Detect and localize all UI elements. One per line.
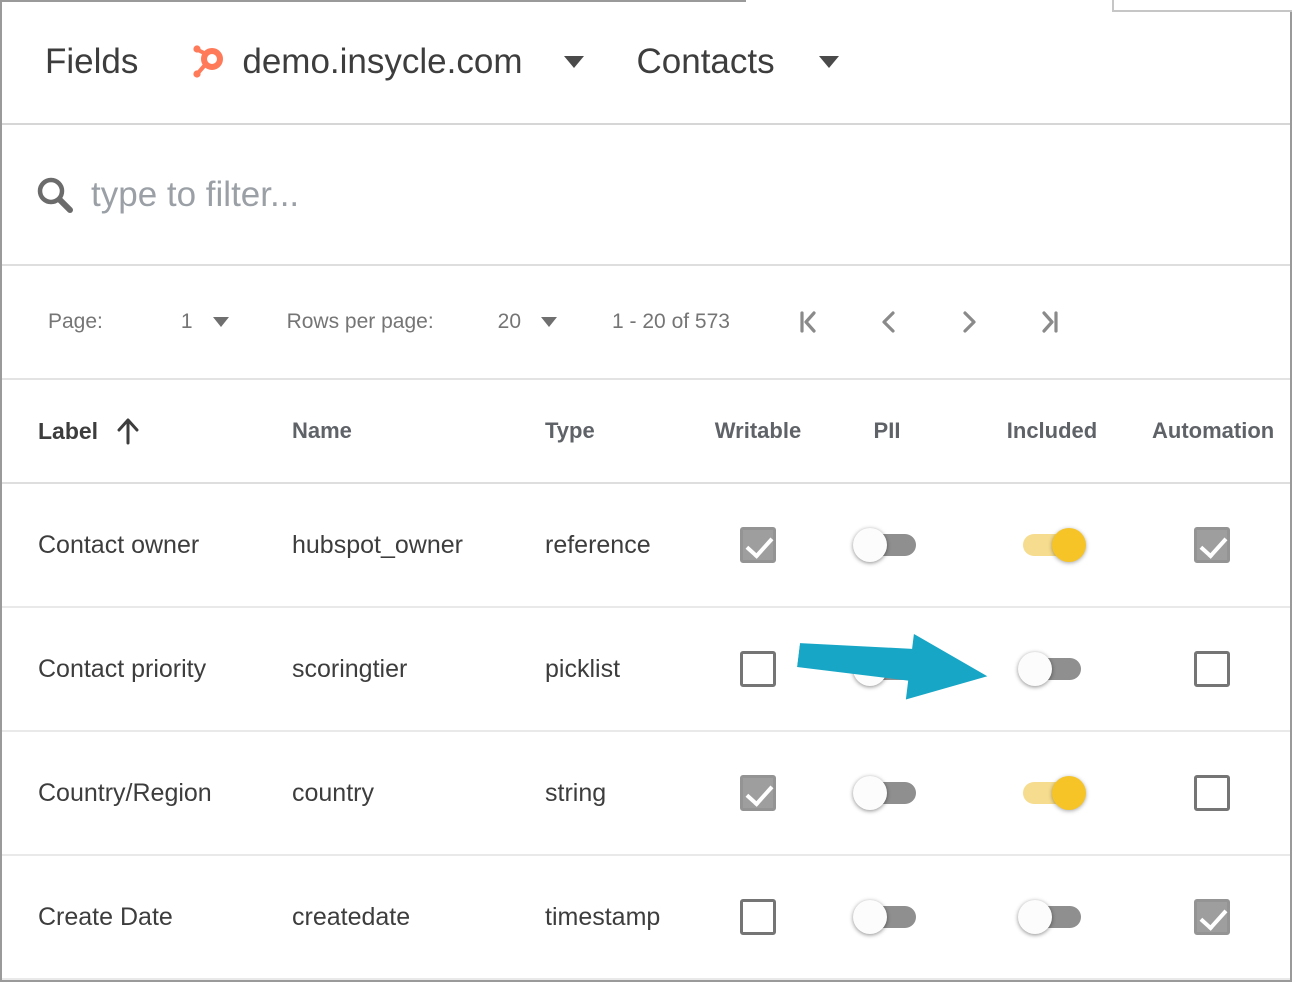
table-row: Contact owner hubspot_owner reference bbox=[0, 484, 1292, 608]
previous-page-button[interactable] bbox=[876, 309, 902, 335]
field-name: hubspot_owner bbox=[292, 531, 545, 560]
chevron-down-icon[interactable] bbox=[541, 317, 557, 327]
pagination-nav bbox=[796, 309, 1062, 335]
field-label: Contact priority bbox=[38, 655, 292, 684]
column-header-automation[interactable]: Automation bbox=[1152, 418, 1274, 444]
included-toggle[interactable] bbox=[1018, 776, 1086, 810]
writable-checkbox[interactable] bbox=[740, 899, 776, 935]
field-type: timestamp bbox=[545, 903, 694, 932]
filter-bar bbox=[0, 125, 1292, 266]
toggle-knob bbox=[853, 652, 887, 686]
column-header-name[interactable]: Name bbox=[292, 418, 545, 444]
toggle-knob bbox=[1052, 528, 1086, 562]
chevron-down-icon[interactable] bbox=[564, 56, 584, 68]
pii-toggle[interactable] bbox=[853, 900, 921, 934]
table-row: Create Date createdate timestamp bbox=[0, 856, 1292, 980]
automation-checkbox[interactable] bbox=[1194, 527, 1230, 563]
sort-ascending-icon[interactable] bbox=[114, 416, 142, 446]
included-toggle[interactable] bbox=[1018, 900, 1086, 934]
table-header: Label Name Type Writable PII Included Au… bbox=[0, 380, 1292, 484]
hubspot-sprocket-icon bbox=[188, 43, 226, 81]
field-name: country bbox=[292, 779, 545, 808]
page-title: Fields bbox=[45, 42, 138, 82]
portal-selector-label[interactable]: demo.insycle.com bbox=[242, 42, 522, 82]
toggle-knob bbox=[1018, 652, 1052, 686]
writable-checkbox[interactable] bbox=[740, 651, 776, 687]
automation-checkbox[interactable] bbox=[1194, 899, 1230, 935]
top-bar: Fields demo.insycle.com Contacts bbox=[0, 0, 1292, 125]
toggle-knob bbox=[853, 900, 887, 934]
field-type: reference bbox=[545, 531, 694, 560]
toggle-knob bbox=[1018, 900, 1052, 934]
next-page-button[interactable] bbox=[956, 309, 982, 335]
toggle-knob bbox=[1052, 776, 1086, 810]
pii-toggle[interactable] bbox=[853, 776, 921, 810]
object-selector-label[interactable]: Contacts bbox=[636, 42, 774, 82]
pii-toggle[interactable] bbox=[853, 528, 921, 562]
page-label: Page: bbox=[48, 310, 103, 334]
search-icon bbox=[35, 175, 75, 215]
field-type: string bbox=[545, 779, 694, 808]
column-header-type[interactable]: Type bbox=[545, 418, 694, 444]
automation-checkbox[interactable] bbox=[1194, 775, 1230, 811]
field-name: createdate bbox=[292, 903, 545, 932]
field-label: Contact owner bbox=[38, 531, 292, 560]
column-header-included[interactable]: Included bbox=[952, 418, 1152, 444]
rows-per-page-label: Rows per page: bbox=[287, 310, 434, 334]
included-toggle[interactable] bbox=[1018, 652, 1086, 686]
rows-per-page-value[interactable]: 20 bbox=[498, 310, 521, 334]
pagination-bar: Page: 1 Rows per page: 20 1 - 20 of 573 bbox=[0, 266, 1292, 380]
field-label: Create Date bbox=[38, 903, 292, 932]
field-type: picklist bbox=[545, 655, 694, 684]
window-edge-step bbox=[1112, 10, 1292, 12]
column-header-writable[interactable]: Writable bbox=[694, 418, 822, 444]
writable-checkbox[interactable] bbox=[740, 527, 776, 563]
automation-checkbox[interactable] bbox=[1194, 651, 1230, 687]
pii-toggle[interactable] bbox=[853, 652, 921, 686]
table-row: Country/Region country string bbox=[0, 732, 1292, 856]
filter-input[interactable] bbox=[91, 175, 991, 215]
included-toggle[interactable] bbox=[1018, 528, 1086, 562]
column-header-label-text: Label bbox=[38, 418, 98, 445]
last-page-button[interactable] bbox=[1036, 309, 1062, 335]
toggle-knob bbox=[853, 776, 887, 810]
writable-checkbox[interactable] bbox=[740, 775, 776, 811]
page-select-value[interactable]: 1 bbox=[181, 310, 193, 334]
first-page-button[interactable] bbox=[796, 309, 822, 335]
table-row: Contact priority scoringtier picklist bbox=[0, 608, 1292, 732]
field-label: Country/Region bbox=[38, 779, 292, 808]
field-name: scoringtier bbox=[292, 655, 545, 684]
pagination-range: 1 - 20 of 573 bbox=[612, 310, 730, 334]
toggle-knob bbox=[853, 528, 887, 562]
column-header-label[interactable]: Label bbox=[38, 416, 292, 446]
chevron-down-icon[interactable] bbox=[213, 317, 229, 327]
column-header-pii[interactable]: PII bbox=[822, 418, 952, 444]
border-gap bbox=[746, 0, 1292, 3]
chevron-down-icon[interactable] bbox=[819, 56, 839, 68]
